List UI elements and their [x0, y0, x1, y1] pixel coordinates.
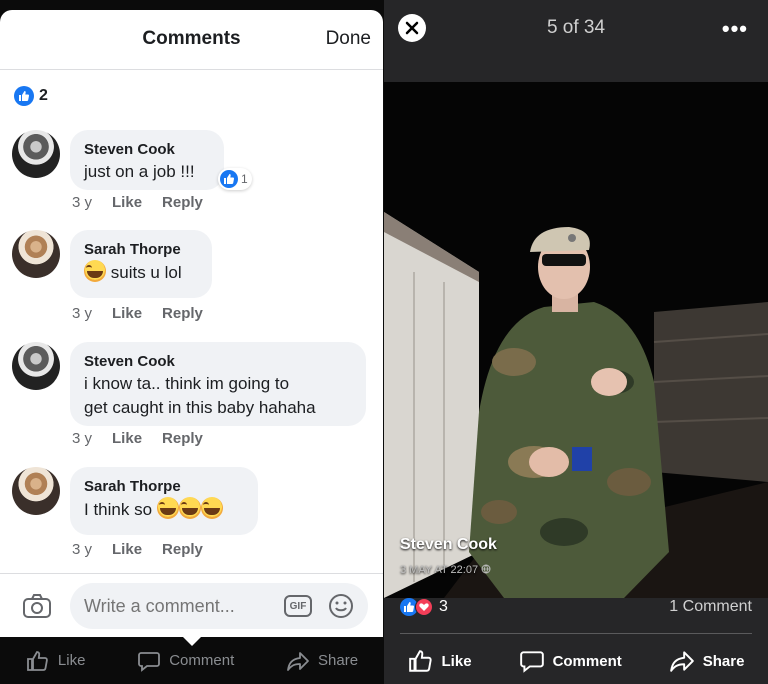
photo-action-bar: Like Comment Share — [384, 638, 768, 684]
avatar[interactable] — [12, 130, 60, 178]
comment-reaction-count: 1 — [241, 172, 248, 186]
photo-counter: 5 of 34 — [546, 17, 606, 38]
photo-viewer: 5 of 34 ••• Steven Cook 3 MAY AT 22:07 3… — [384, 0, 768, 684]
love-icon — [415, 598, 433, 616]
like-label: Like — [441, 652, 472, 670]
comment-like-button[interactable]: Like — [112, 541, 142, 558]
comment-text-line-2: get caught in this baby hahaha — [84, 398, 316, 417]
avatar[interactable] — [12, 467, 60, 515]
comment-meta: 3 y Like Reply — [72, 305, 203, 322]
comment-reply-button[interactable]: Reply — [162, 541, 203, 558]
photo-illustration — [384, 82, 768, 598]
comment-input[interactable] — [70, 583, 368, 629]
comment-age: 3 y — [72, 194, 93, 211]
post-action-bar: Like Comment Share — [0, 637, 384, 684]
camera-icon[interactable] — [22, 593, 52, 619]
comment-button[interactable]: Comment — [519, 648, 622, 674]
comment-label: Comment — [169, 652, 235, 669]
comment-author[interactable]: Steven Cook — [84, 352, 352, 372]
reactions-count: 3 — [439, 598, 448, 615]
laughing-emoji-icon — [84, 260, 106, 282]
comment-reply-button[interactable]: Reply — [162, 430, 203, 447]
like-button[interactable]: Like — [26, 649, 86, 673]
comments-panel: Comments Done 2 Steven Cook just on a jo… — [0, 0, 384, 684]
comment-bubble[interactable]: Steven Cook just on a job !!! — [70, 130, 224, 190]
like-button[interactable]: Like — [408, 648, 472, 674]
comment-text-row: suits u lol — [84, 260, 198, 285]
post-reactions[interactable]: 2 — [14, 86, 48, 106]
comment-bubble[interactable]: Steven Cook i know ta.. think im going t… — [70, 342, 366, 426]
laughing-emoji-icon — [178, 497, 201, 519]
post-reactions[interactable]: 3 — [400, 598, 448, 616]
comment-composer: GIF — [0, 573, 383, 637]
share-icon — [287, 651, 309, 671]
globe-icon — [481, 564, 491, 574]
share-button[interactable]: Share — [669, 648, 745, 674]
comment-icon — [519, 651, 544, 673]
comment-meta: 3 y Like Reply — [72, 430, 203, 447]
comment-text: just on a job !!! — [84, 162, 195, 181]
comment-age: 3 y — [72, 305, 93, 322]
comment-icon — [138, 651, 161, 672]
comment-text: I think so — [84, 500, 153, 519]
comment-text-row: I think so — [84, 497, 244, 522]
comment-like-button[interactable]: Like — [112, 305, 142, 322]
comments-sheet: Comments Done 2 Steven Cook just on a jo… — [0, 10, 383, 637]
comment-age: 3 y — [72, 541, 93, 558]
comments-count[interactable]: 1 Comment — [669, 598, 752, 616]
like-icon — [220, 170, 238, 188]
like-icon — [408, 650, 432, 672]
comment-meta: 3 y Like Reply — [72, 194, 203, 211]
comment-reactions[interactable]: 1 — [218, 168, 252, 190]
comment-bubble[interactable]: Sarah Thorpe suits u lol — [70, 230, 212, 298]
comment-author[interactable]: Sarah Thorpe — [84, 477, 244, 497]
poster-name[interactable]: Steven Cook — [400, 536, 497, 554]
comment-label: Comment — [552, 652, 622, 670]
post-time-text: 3 MAY AT 22:07 — [400, 564, 479, 576]
comments-header: Comments Done — [0, 10, 383, 70]
avatar[interactable] — [12, 230, 60, 278]
done-button[interactable]: Done — [326, 28, 371, 50]
share-icon — [669, 651, 694, 672]
comment-author[interactable]: Sarah Thorpe — [84, 240, 198, 260]
comment-author[interactable]: Steven Cook — [84, 140, 210, 160]
comment-button[interactable]: Comment — [137, 649, 234, 673]
share-label: Share — [702, 652, 745, 670]
more-icon[interactable]: ••• — [722, 16, 748, 42]
gif-button[interactable]: GIF — [284, 595, 312, 617]
comment-age: 3 y — [72, 430, 93, 447]
like-icon — [26, 650, 48, 671]
comment-reply-button[interactable]: Reply — [162, 194, 203, 211]
share-label: Share — [318, 652, 359, 669]
comment-meta: 3 y Like Reply — [72, 541, 203, 558]
share-button[interactable]: Share — [286, 649, 358, 673]
emoji-icon[interactable] — [328, 593, 354, 619]
comment-bubble[interactable]: Sarah Thorpe I think so — [70, 467, 258, 535]
avatar[interactable] — [12, 342, 60, 390]
reactions-count: 2 — [39, 87, 48, 104]
comment-like-button[interactable]: Like — [112, 430, 142, 447]
like-icon — [14, 86, 34, 106]
post-photo[interactable] — [384, 82, 768, 598]
post-stats: 3 1 Comment — [400, 598, 752, 634]
like-label: Like — [57, 652, 86, 669]
comment-reply-button[interactable]: Reply — [162, 305, 203, 322]
laughing-emoji-icon — [156, 497, 179, 519]
comment-text-line-1: i know ta.. think im going to — [84, 374, 290, 393]
post-timestamp: 3 MAY AT 22:07 — [400, 564, 491, 576]
laughing-emoji-icon — [200, 497, 223, 519]
comment-text: suits u lol — [110, 263, 182, 282]
comment-like-button[interactable]: Like — [112, 194, 142, 211]
